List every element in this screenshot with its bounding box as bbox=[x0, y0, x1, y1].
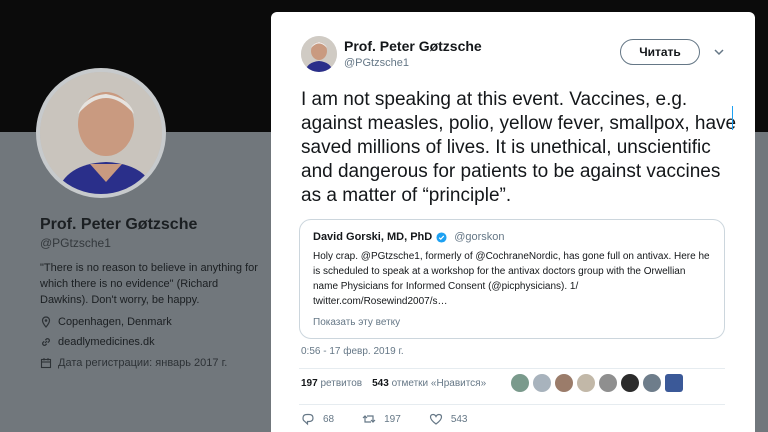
location-icon bbox=[41, 316, 51, 328]
tweet-timestamp[interactable]: 0:56 - 17 февр. 2019 г. bbox=[301, 346, 404, 357]
retweet-stat-count: 197 bbox=[301, 378, 318, 389]
quoted-tweet[interactable]: David Gorski, MD, PhD @gorskon Holy crap… bbox=[299, 219, 725, 339]
likers-avatars[interactable] bbox=[511, 374, 683, 392]
quoted-author: David Gorski, MD, PhD @gorskon bbox=[313, 231, 505, 243]
profile-name: Prof. Peter Gøtzsche bbox=[40, 216, 198, 233]
like-button[interactable]: 543 bbox=[429, 412, 468, 426]
calendar-icon bbox=[40, 358, 52, 369]
likes-stat-label: отметки «Нравится» bbox=[391, 378, 487, 389]
retweet-stat-label: ретвитов bbox=[320, 378, 363, 389]
reply-button[interactable]: 68 bbox=[301, 412, 334, 426]
profile-location-text: Copenhagen, Denmark bbox=[58, 316, 172, 328]
author-handle[interactable]: @PGtzsche1 bbox=[344, 57, 409, 69]
divider bbox=[299, 368, 725, 369]
profile-website[interactable]: deadlymedicines.dk bbox=[40, 336, 155, 348]
profile-handle: @PGtzsche1 bbox=[40, 236, 111, 250]
tweet-text: I am not speaking at this event. Vaccine… bbox=[301, 89, 737, 206]
verified-icon bbox=[436, 231, 447, 243]
divider bbox=[299, 404, 725, 405]
liker-avatar[interactable] bbox=[599, 374, 617, 392]
profile-bio: "There is no reason to believe in anythi… bbox=[40, 262, 258, 306]
profile-joined: Дата регистрации: январь 2017 г. bbox=[40, 357, 227, 369]
likes-stat[interactable]: 543 отметки «Нравится» bbox=[372, 378, 486, 389]
show-thread-link[interactable]: Показать эту ветку bbox=[313, 317, 400, 328]
retweet-button[interactable]: 197 bbox=[362, 412, 401, 426]
quoted-author-name: David Gorski, MD, PhD bbox=[313, 231, 433, 243]
author-name[interactable]: Prof. Peter Gøtzsche bbox=[344, 38, 482, 54]
retweet-stat[interactable]: 197 ретвитов bbox=[301, 378, 362, 389]
like-count: 543 bbox=[450, 413, 468, 425]
profile-joined-text: Дата регистрации: январь 2017 г. bbox=[58, 357, 228, 369]
liker-avatar[interactable] bbox=[577, 374, 595, 392]
liker-avatar[interactable] bbox=[621, 374, 639, 392]
quoted-tweet-text: Holy crap. @PGtzsche1, formerly of @Coch… bbox=[313, 251, 710, 307]
quoted-author-handle: @gorskon bbox=[454, 231, 505, 243]
retweet-icon bbox=[362, 415, 376, 423]
text-cursor bbox=[732, 106, 733, 130]
profile-location: Copenhagen, Denmark bbox=[40, 316, 172, 328]
like-icon bbox=[429, 413, 442, 425]
chevron-down-icon[interactable] bbox=[713, 46, 725, 58]
liker-avatar[interactable] bbox=[511, 374, 529, 392]
liker-avatar[interactable] bbox=[665, 374, 683, 392]
profile-avatar bbox=[36, 68, 166, 198]
profile-website-link[interactable]: deadlymedicines.dk bbox=[58, 336, 155, 348]
liker-avatar[interactable] bbox=[555, 374, 573, 392]
likes-stat-count: 543 bbox=[372, 378, 389, 389]
retweet-count: 197 bbox=[384, 413, 401, 425]
link-icon bbox=[42, 338, 50, 346]
tweet-actions: 68 197 543 bbox=[301, 412, 468, 426]
reply-count: 68 bbox=[323, 413, 335, 425]
liker-avatar[interactable] bbox=[643, 374, 661, 392]
tweet-modal: Prof. Peter Gøtzsche @PGtzsche1 Читать I… bbox=[271, 12, 755, 432]
follow-button[interactable]: Читать bbox=[620, 39, 700, 65]
liker-avatar[interactable] bbox=[533, 374, 551, 392]
tweet-stats: 197 ретвитов 543 отметки «Нравится» bbox=[301, 378, 486, 389]
author-avatar[interactable] bbox=[301, 36, 337, 72]
reply-icon bbox=[302, 413, 314, 426]
